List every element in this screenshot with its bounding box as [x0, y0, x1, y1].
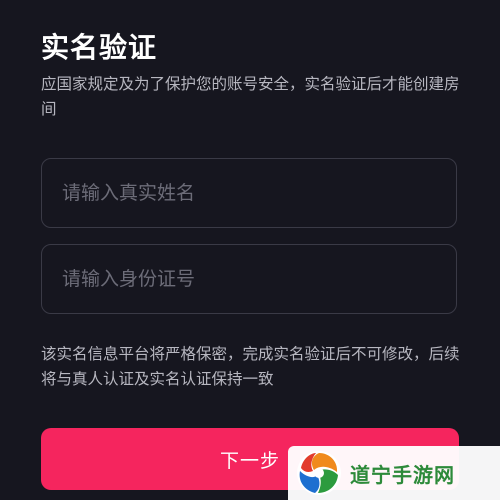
swirl-logo-icon — [297, 451, 341, 495]
privacy-notice: 该实名信息平台将严格保密，完成实名验证后不可修改，后续将与真人认证及实名认证保持… — [41, 345, 460, 388]
real-name-field[interactable] — [41, 158, 457, 228]
page-title: 实名验证 — [41, 31, 158, 64]
id-number-field[interactable] — [41, 244, 457, 314]
watermark-text: 道宁手游网 — [350, 462, 455, 487]
id-number-input[interactable] — [62, 245, 432, 313]
page-description: 应国家规定及为了保护您的账号安全，实名验证后才能创建房间 — [41, 75, 460, 118]
verification-page: 实名验证 应国家规定及为了保护您的账号安全，实名验证后才能创建房间 该实名信息平… — [0, 0, 500, 500]
site-watermark: 道宁手游网 — [288, 446, 500, 500]
next-button-label: 下一步 — [219, 449, 280, 472]
real-name-input[interactable] — [62, 159, 432, 227]
